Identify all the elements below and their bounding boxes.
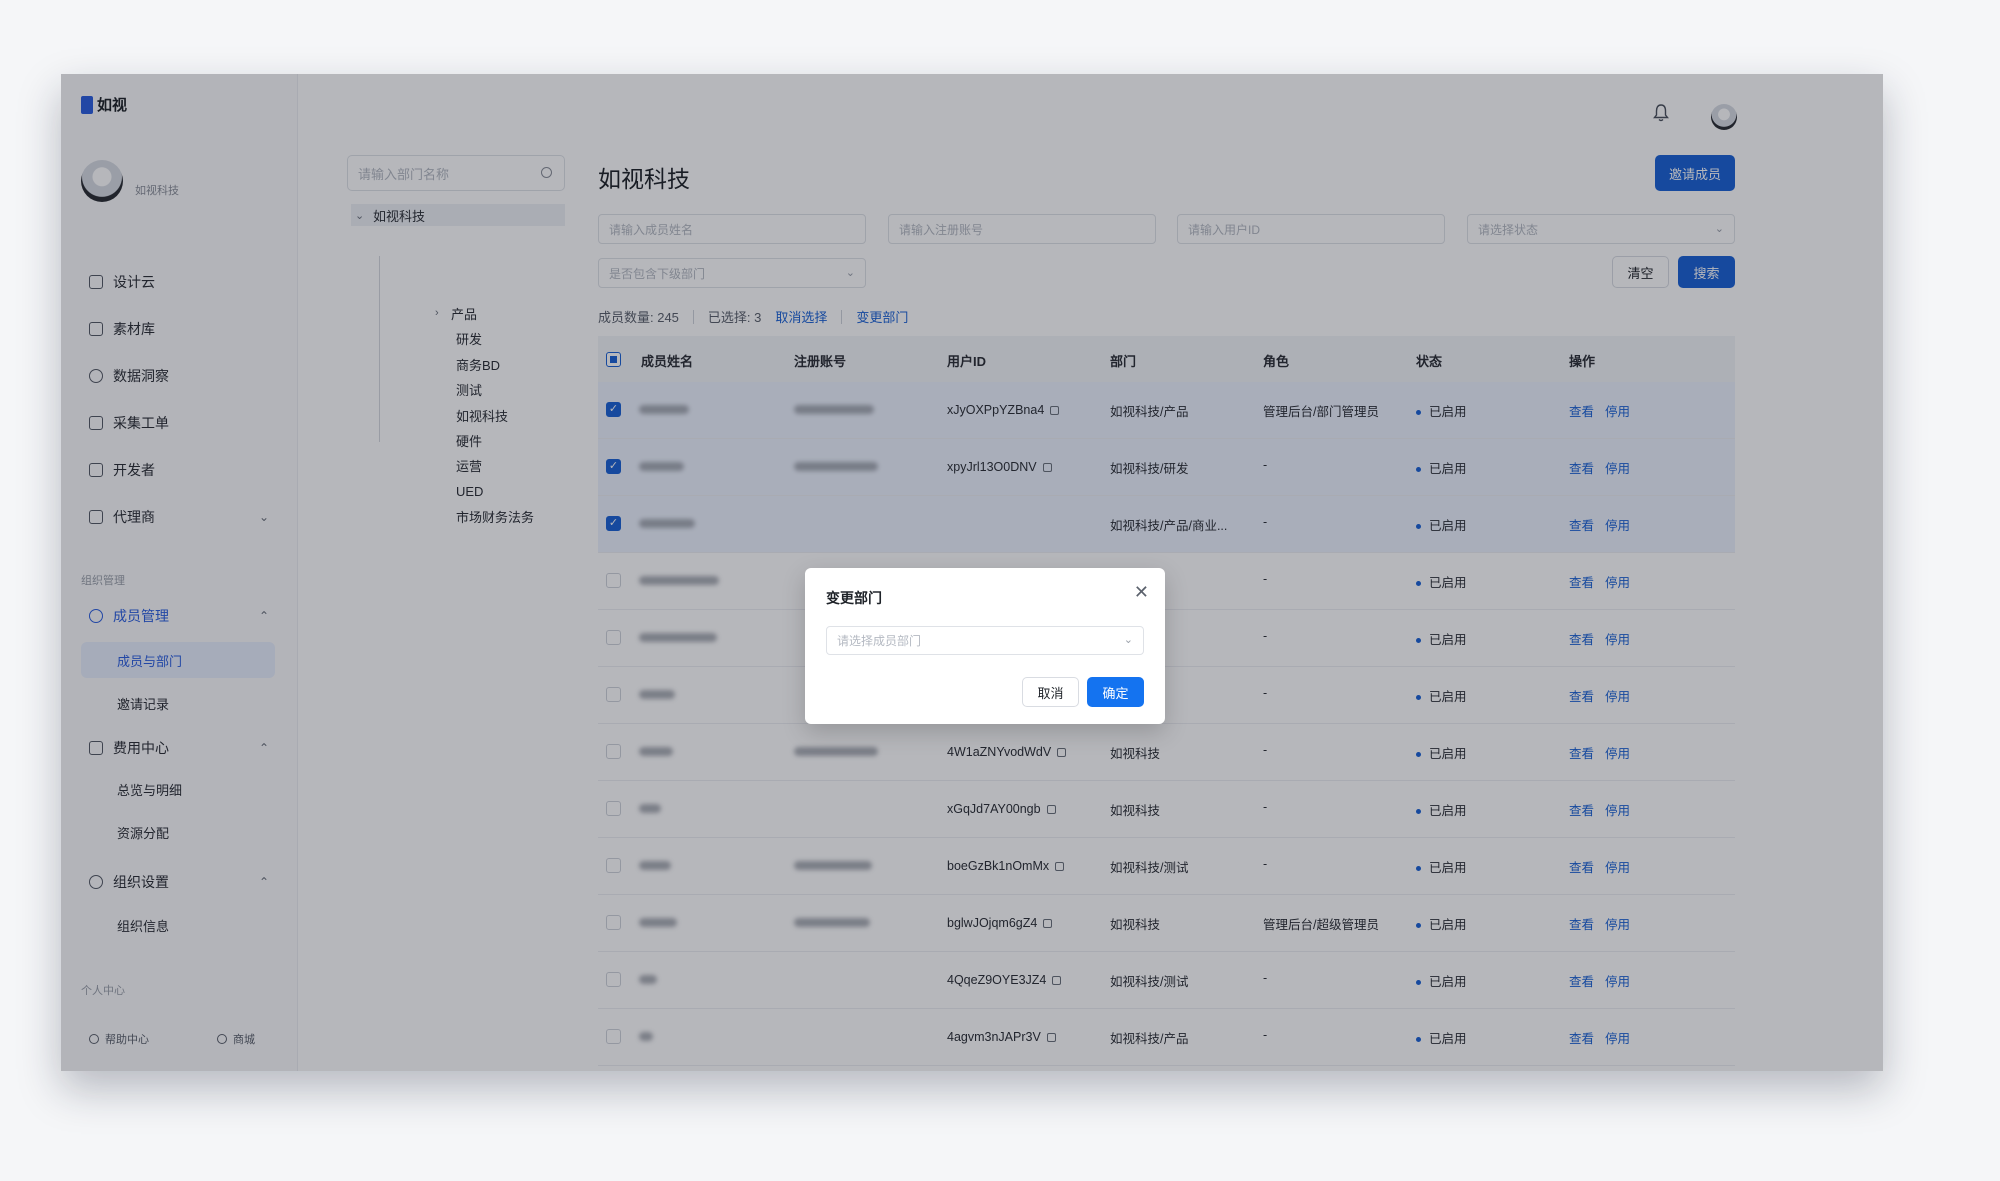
- chevron-down-icon: ⌄: [1123, 634, 1133, 646]
- app-window: 如视 如视科技 设计云 素材库 数据洞察 采集工单 开发者 代理商 ⌄ 组织管理…: [61, 74, 1883, 1071]
- cancel-button[interactable]: 取消: [1022, 677, 1079, 707]
- close-icon[interactable]: ✕: [1134, 582, 1149, 603]
- change-dept-modal: 变更部门 ✕ 请选择成员部门 ⌄ 取消 确定: [805, 568, 1165, 724]
- confirm-button[interactable]: 确定: [1087, 677, 1144, 707]
- placeholder: 请选择成员部门: [837, 634, 922, 648]
- dept-select[interactable]: 请选择成员部门 ⌄: [826, 626, 1144, 655]
- modal-title: 变更部门: [826, 590, 882, 606]
